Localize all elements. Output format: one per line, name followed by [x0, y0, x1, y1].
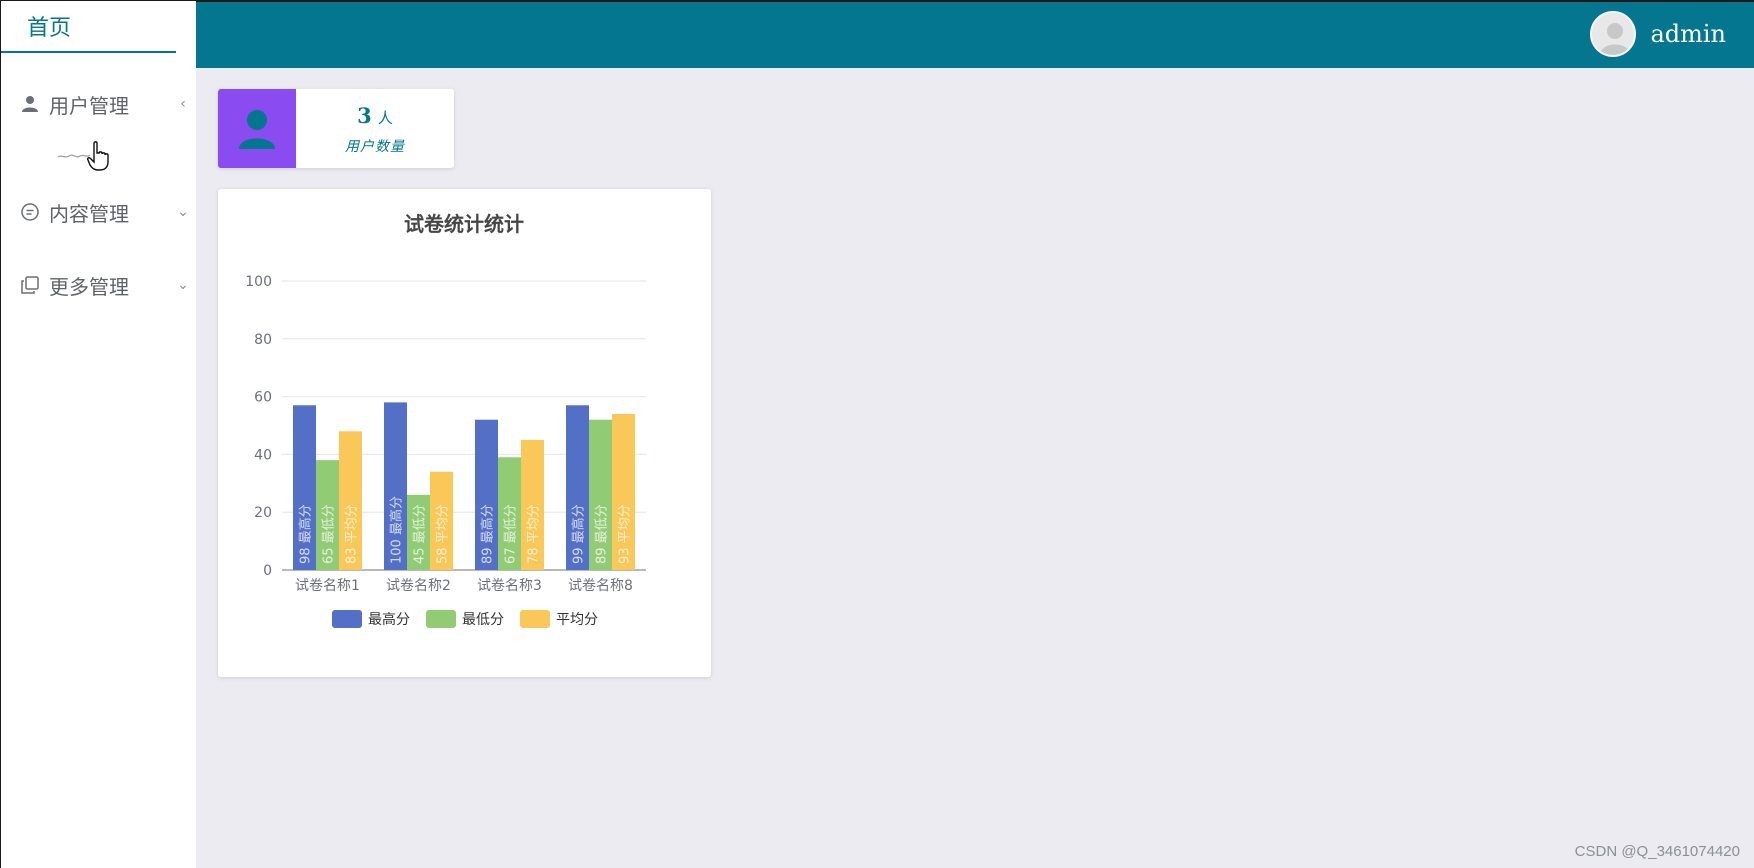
legend-label: 最高分: [368, 611, 410, 628]
bar-data-label: 99 最高分: [571, 504, 587, 564]
sidebar-item-user-management[interactable]: 用户管理 ‹: [1, 84, 197, 124]
legend-swatch: [332, 610, 362, 628]
bar-data-label: 100 最高分: [389, 496, 405, 564]
copy-icon: [19, 274, 41, 296]
chevron-left-icon: ‹: [180, 96, 186, 112]
watermark: CSDN @Q_3461074420: [1574, 843, 1740, 860]
sidebar-item-label: 更多管理: [49, 274, 129, 299]
sidebar-item-label: 用户管理: [49, 93, 129, 118]
username[interactable]: admin: [1650, 20, 1726, 48]
sidebar-item-content-management[interactable]: 内容管理 ⌄: [1, 192, 197, 232]
stat-icon-box: [218, 89, 296, 168]
bar-data-label: 89 最低分: [595, 504, 610, 564]
stat-label: 用户数量: [345, 139, 405, 155]
y-tick-label: 40: [254, 447, 272, 463]
sidebar-item-label: 内容管理: [49, 201, 129, 226]
bar-data-label: 65 最低分: [322, 504, 337, 564]
sidebar-item-more-management[interactable]: 更多管理 ⌄: [1, 265, 197, 305]
chevron-down-icon: ⌄: [177, 277, 189, 293]
x-tick-label: 试卷名称2: [386, 578, 451, 594]
chevron-down-icon: ⌄: [177, 204, 189, 220]
x-tick-label: 试卷名称3: [477, 578, 542, 594]
y-tick-label: 60: [254, 390, 272, 406]
bar-data-label: 45 最低分: [413, 504, 428, 564]
stat-number: 3: [357, 103, 372, 128]
chart-title: 试卷统计统计: [404, 212, 524, 236]
chat-icon: [19, 201, 41, 223]
stat-unit: 人: [377, 109, 393, 127]
bar-data-label: 83 平均分: [345, 504, 360, 564]
avatar[interactable]: [1590, 11, 1636, 57]
legend-swatch: [426, 610, 456, 628]
home-label: 首页: [27, 16, 72, 41]
hand-cursor-icon: [87, 141, 109, 171]
y-tick-label: 80: [254, 332, 272, 348]
sidebar: 首页 用户管理 ‹ 内容管理 ⌄ 更多管理 ⌄: [0, 0, 196, 868]
stat-value: 3人: [296, 103, 454, 128]
bar-data-label: 78 平均分: [527, 504, 542, 564]
user-icon: [239, 109, 275, 149]
y-tick-label: 20: [254, 505, 272, 521]
exam-statistics-chart-card: 试卷统计统计 0 20 40 60 80 100 试卷名称1 98 最高分 65 最低分 83 平均…: [218, 189, 711, 677]
legend-label: 最低分: [462, 612, 504, 628]
user-count-card: 3人 用户数量: [218, 89, 454, 168]
bar-chart: 试卷统计统计 0 20 40 60 80 100 试卷名称1 98 最高分 65 最低分 83 平均…: [245, 212, 646, 628]
x-tick-label: 试卷名称8: [568, 578, 633, 594]
x-tick-label: 试卷名称1: [295, 578, 360, 594]
bar-data-label: 89 最高分: [480, 504, 496, 564]
bar-data-label: 98 最高分: [298, 504, 314, 564]
sidebar-item-home[interactable]: 首页: [1, 1, 176, 53]
legend-swatch: [520, 610, 550, 628]
y-tick-label: 100: [245, 274, 272, 290]
submenu-scribble: [57, 154, 91, 158]
bar-data-label: 58 平均分: [436, 504, 451, 564]
y-tick-label: 0: [263, 563, 272, 579]
user-icon: [19, 93, 41, 115]
legend-label: 平均分: [556, 612, 598, 628]
top-header-bar: admin: [196, 0, 1754, 68]
bar-data-label: 67 最低分: [504, 504, 519, 564]
bar-data-label: 93 平均分: [618, 504, 633, 564]
